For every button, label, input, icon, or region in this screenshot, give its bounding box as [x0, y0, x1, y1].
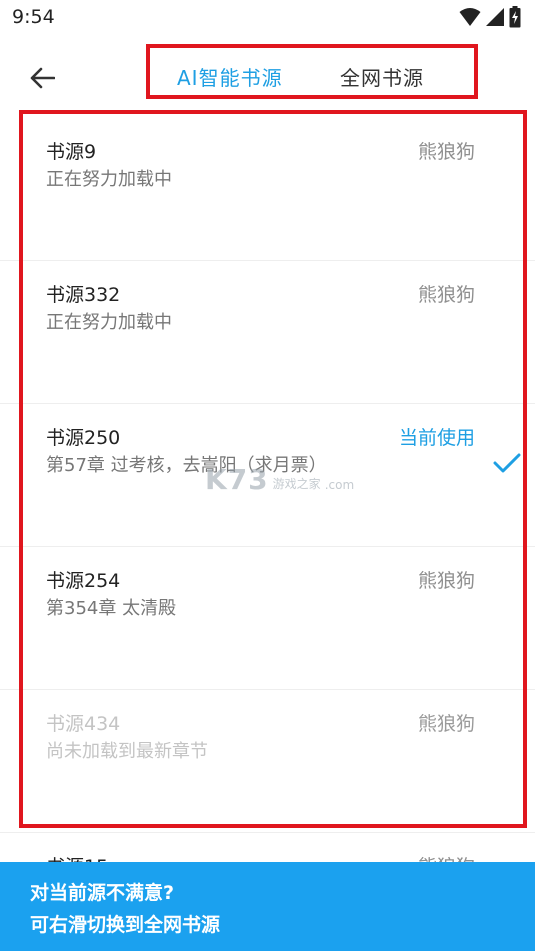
bottom-tip-banner[interactable]: 对当前源不满意? 可右滑切换到全网书源 [0, 862, 535, 951]
battery-icon [509, 6, 521, 28]
arrow-left-icon [30, 67, 55, 89]
status-icons [459, 6, 521, 28]
back-button[interactable] [22, 58, 62, 98]
banner-title: 对当前源不满意? [30, 882, 175, 904]
status-time: 9:54 [12, 6, 55, 28]
wifi-icon [459, 8, 481, 26]
toolbar: AI智能书源 全网书源 [0, 36, 535, 120]
list-highlight-box [19, 110, 527, 828]
signal-icon [486, 8, 504, 26]
banner-subtitle: 可右滑切换到全网书源 [30, 914, 221, 936]
tabs-highlight-box [146, 44, 478, 99]
status-bar: 9:54 [0, 0, 535, 36]
